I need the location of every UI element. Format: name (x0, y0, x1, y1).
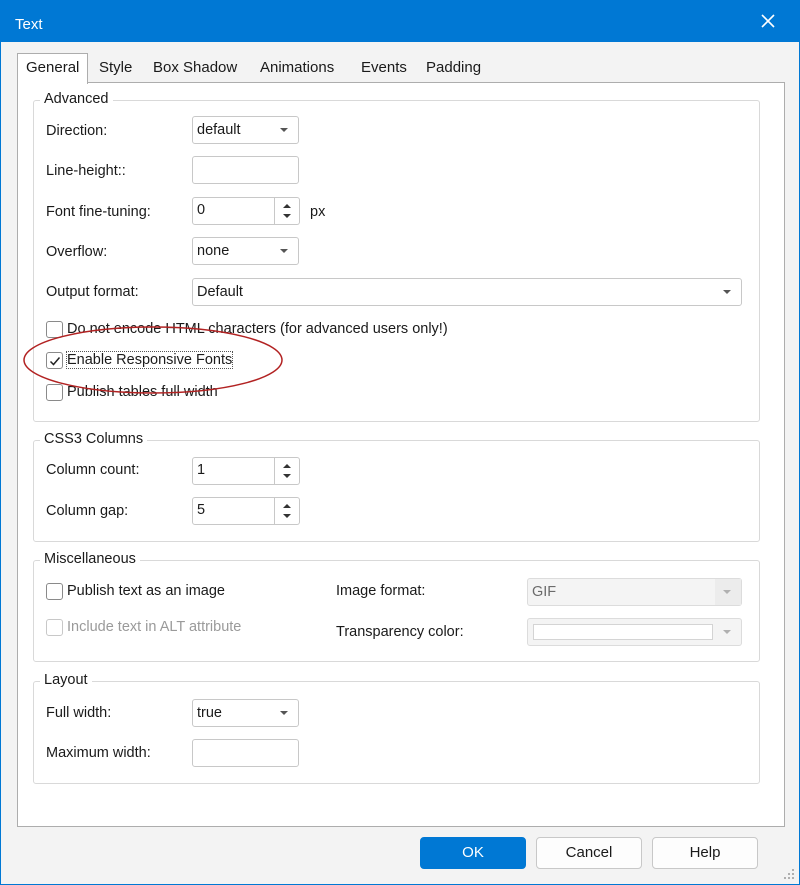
font-tuning-spinner[interactable] (275, 197, 300, 225)
no-encode-label[interactable]: Do not encode HTML characters (for advan… (67, 321, 448, 337)
overflow-label: Overflow: (46, 244, 108, 260)
publish-image-checkbox[interactable] (46, 583, 63, 600)
output-format-value: Default (197, 284, 243, 300)
window-title: Text (15, 16, 43, 33)
tab-events[interactable]: Events (355, 57, 413, 83)
line-height-label: Line-height:: (46, 163, 126, 179)
dialog-window: Text General Style Box Shadow Animations… (0, 0, 800, 885)
direction-value: default (197, 122, 241, 138)
publish-tables-checkbox[interactable] (46, 384, 63, 401)
column-count-label: Column count: (46, 462, 140, 478)
font-tuning-input[interactable]: 0 (192, 197, 275, 225)
line-height-input[interactable] (192, 156, 299, 184)
column-gap-spinner[interactable] (275, 497, 300, 525)
direction-select[interactable]: default (192, 116, 299, 144)
chevron-down-icon (723, 290, 731, 294)
responsive-fonts-label[interactable]: Enable Responsive Fonts (65, 351, 234, 369)
css3-group-title: CSS3 Columns (40, 431, 148, 447)
css3-columns-group (33, 440, 760, 542)
help-button[interactable]: Help (652, 837, 758, 869)
image-format-label: Image format: (336, 583, 426, 599)
responsive-fonts-checkbox[interactable] (46, 352, 63, 369)
general-panel: Advanced Direction: default Line-height:… (17, 82, 785, 827)
full-width-select[interactable]: true (192, 699, 299, 727)
chevron-down-icon (280, 249, 288, 253)
publish-image-label[interactable]: Publish text as an image (67, 583, 225, 599)
spin-down-icon[interactable] (283, 474, 291, 478)
tab-padding[interactable]: Padding (420, 57, 487, 83)
output-format-label: Output format: (46, 284, 139, 300)
font-tuning-unit: px (310, 204, 326, 220)
chevron-down-icon (280, 711, 288, 715)
spin-up-icon[interactable] (283, 504, 291, 508)
publish-tables-label[interactable]: Publish tables full width (67, 384, 218, 400)
max-width-label: Maximum width: (46, 745, 151, 761)
ok-button[interactable]: OK (420, 837, 526, 869)
tab-style[interactable]: Style (93, 57, 138, 83)
column-gap-label: Column gap: (46, 503, 129, 519)
chevron-down-icon (280, 128, 288, 132)
layout-group-title: Layout (40, 672, 92, 688)
tab-animations[interactable]: Animations (254, 57, 340, 83)
close-button[interactable] (753, 7, 783, 35)
overflow-value: none (197, 243, 230, 259)
font-tuning-label: Font fine-tuning: (46, 204, 151, 220)
spin-down-icon[interactable] (283, 514, 291, 518)
cancel-button[interactable]: Cancel (536, 837, 642, 869)
misc-group-title: Miscellaneous (40, 551, 140, 567)
full-width-value: true (197, 705, 222, 721)
column-count-input[interactable]: 1 (192, 457, 275, 485)
column-gap-input[interactable]: 5 (192, 497, 275, 525)
no-encode-checkbox[interactable] (46, 321, 63, 338)
tab-box-shadow[interactable]: Box Shadow (147, 57, 243, 83)
layout-group (33, 681, 760, 784)
resize-grip-icon[interactable] (783, 868, 795, 880)
color-swatch (533, 624, 713, 640)
max-width-input[interactable] (192, 739, 299, 767)
column-count-spinner[interactable] (275, 457, 300, 485)
transparency-select[interactable] (527, 618, 742, 646)
transparency-label: Transparency color: (336, 624, 464, 640)
tab-general[interactable]: General (17, 53, 89, 84)
advanced-group (33, 100, 760, 422)
advanced-group-title: Advanced (40, 91, 113, 107)
spin-up-icon[interactable] (283, 204, 291, 208)
full-width-label: Full width: (46, 705, 112, 721)
title-bar: Text (1, 1, 799, 42)
spin-down-icon[interactable] (283, 214, 291, 218)
include-alt-checkbox[interactable] (46, 619, 63, 636)
include-alt-label: Include text in ALT attribute (67, 619, 242, 635)
chevron-down-icon (723, 590, 731, 594)
image-format-select[interactable]: GIF (527, 578, 742, 606)
spin-up-icon[interactable] (283, 464, 291, 468)
overflow-select[interactable]: none (192, 237, 299, 265)
miscellaneous-group (33, 560, 760, 662)
checkmark-icon (49, 357, 61, 366)
image-format-value: GIF (532, 584, 557, 600)
output-format-select[interactable]: Default (192, 278, 742, 306)
close-icon (761, 14, 775, 28)
direction-label: Direction: (46, 123, 108, 139)
chevron-down-icon (723, 630, 731, 634)
